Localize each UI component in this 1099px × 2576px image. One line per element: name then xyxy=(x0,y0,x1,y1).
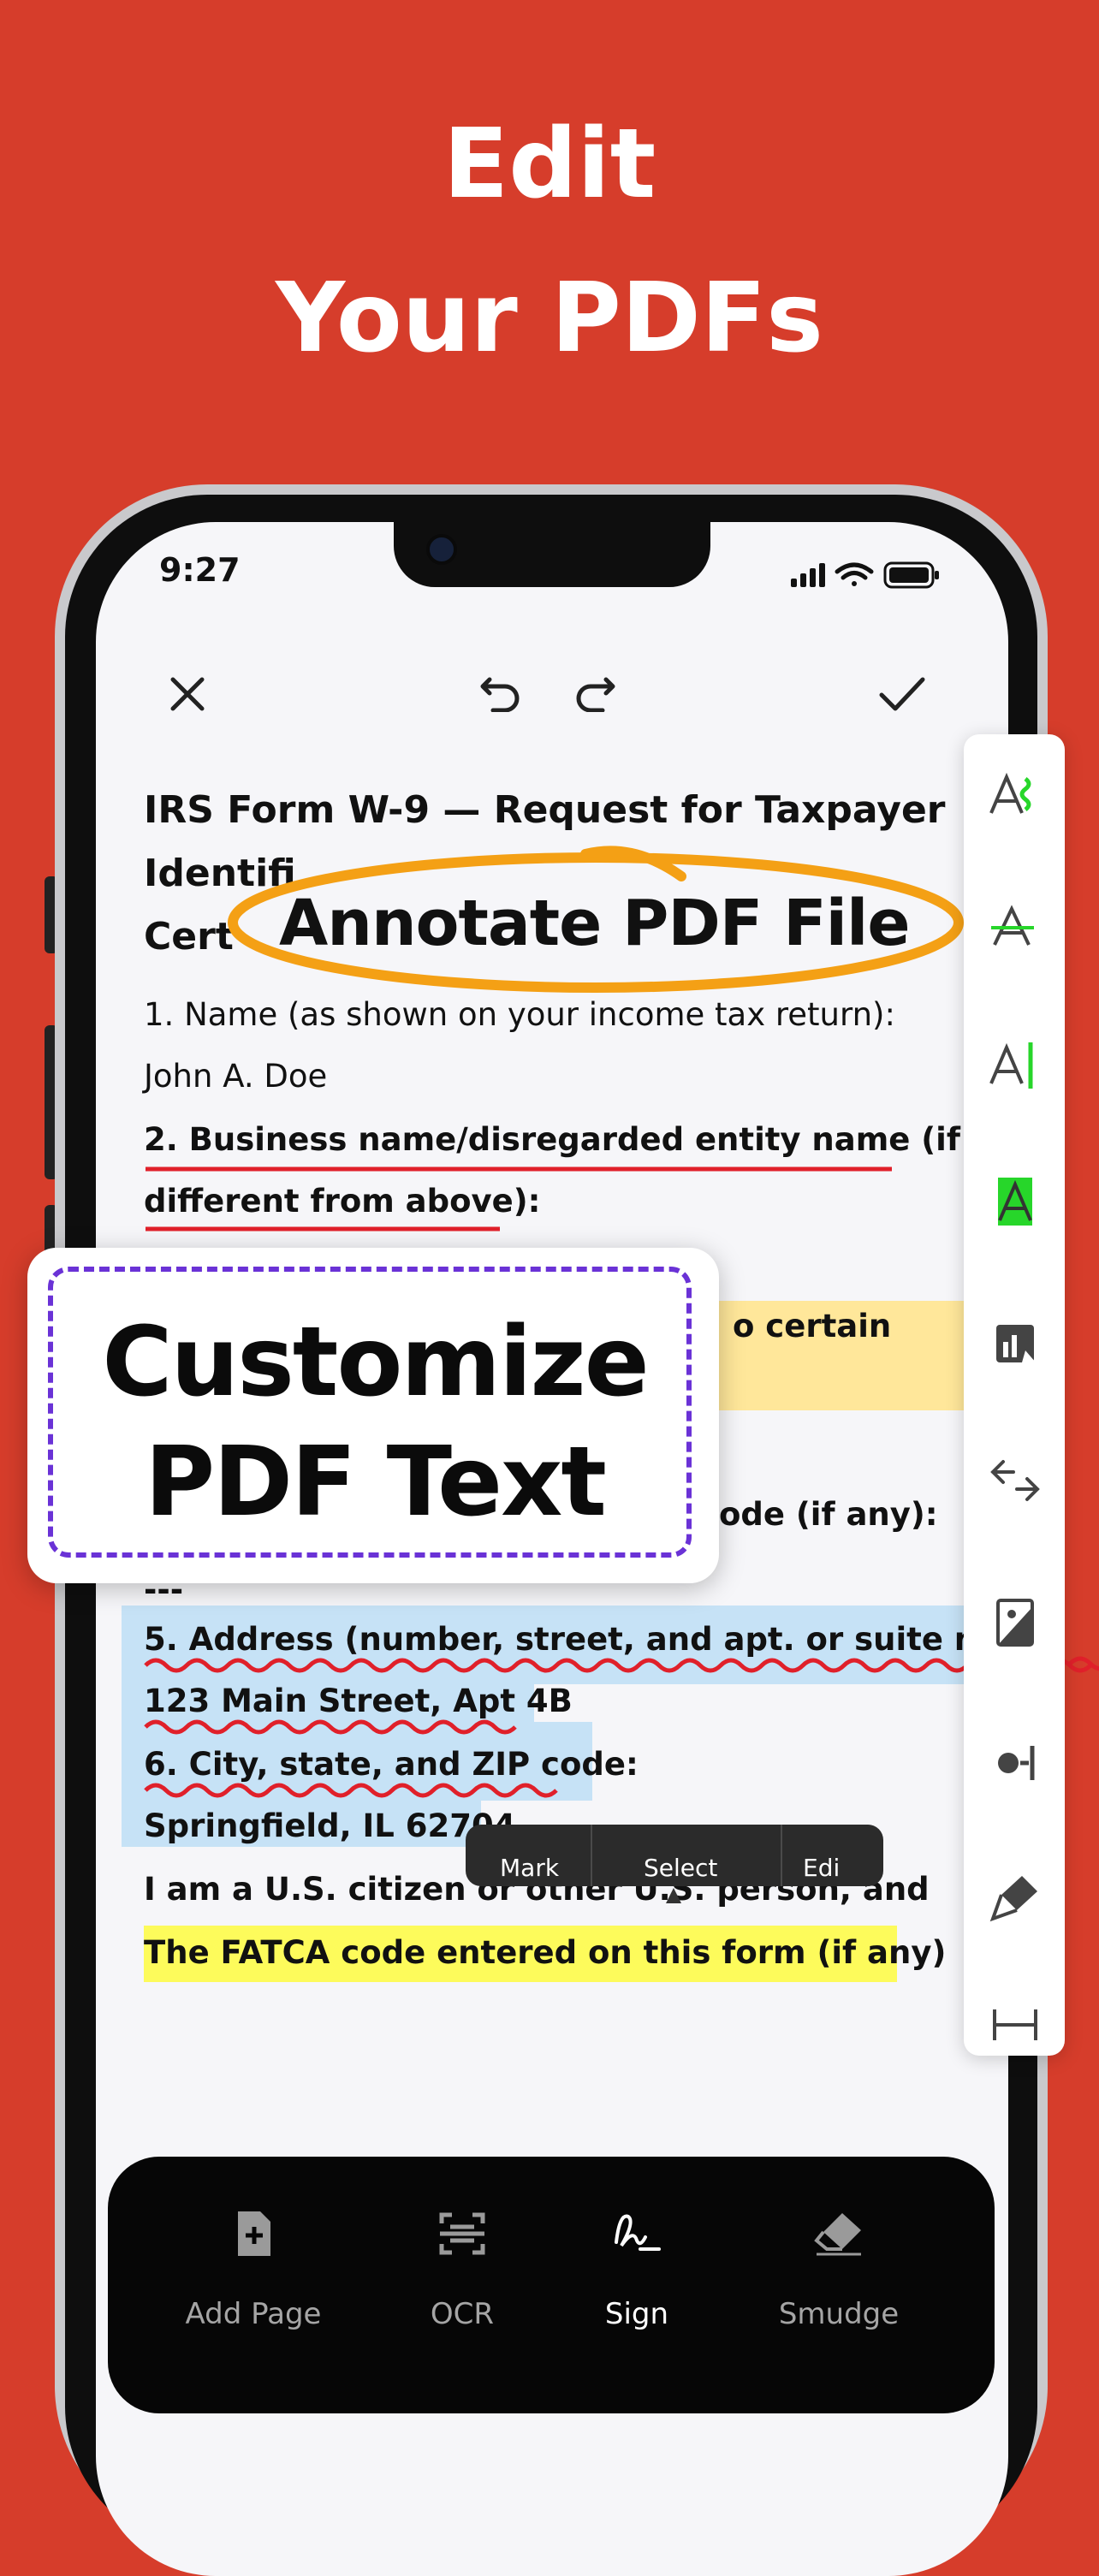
strikethrough-text-tool-icon[interactable] xyxy=(988,899,1043,953)
add-page-label: Add Page xyxy=(185,2297,322,2331)
customize-line-2: PDF Text xyxy=(145,1427,607,1538)
squiggly-text-tool-icon[interactable] xyxy=(988,767,1043,822)
sign-label: Sign xyxy=(604,2297,669,2331)
red-squiggle-city xyxy=(144,1783,558,1798)
pen-sign-tool-icon[interactable] xyxy=(988,1871,1043,1926)
eraser-icon xyxy=(814,2213,861,2256)
customize-line-1: Customize xyxy=(102,1307,649,1418)
signature-icon xyxy=(615,2214,661,2251)
ocr-scan-icon xyxy=(439,2212,485,2255)
markup-layer xyxy=(144,846,1099,1798)
context-menu-select[interactable]: Select xyxy=(644,1854,717,1882)
ocr-label: OCR xyxy=(430,2297,495,2331)
red-squiggle-address xyxy=(144,1658,1092,1673)
add-page-icon xyxy=(238,2211,270,2256)
chart-note-tool-icon[interactable] xyxy=(988,1316,1043,1371)
text-context-menu: Mark Select Edi xyxy=(466,1825,883,1886)
measure-tool-icon[interactable] xyxy=(988,1997,1043,2052)
ocr-button[interactable]: OCR xyxy=(368,2208,556,2331)
sign-button[interactable]: Sign xyxy=(543,2208,731,2331)
bottom-action-bar: Add Page OCR Sign Smudge xyxy=(108,2157,995,2413)
markup-toolbar xyxy=(964,734,1065,2056)
smudge-label: Smudge xyxy=(778,2297,900,2331)
image-insert-tool-icon[interactable] xyxy=(988,1595,1043,1650)
selection-caret-icon xyxy=(666,1888,681,1903)
red-squiggle-street xyxy=(144,1719,517,1735)
context-menu-separator xyxy=(781,1825,782,1886)
customize-card: Customize PDF Text xyxy=(27,1248,719,1583)
customize-dashed-frame: Customize PDF Text xyxy=(48,1267,692,1558)
pin-note-tool-icon[interactable] xyxy=(988,1734,1043,1789)
customize-text: Customize PDF Text xyxy=(53,1303,697,1542)
add-page-button[interactable]: Add Page xyxy=(159,2208,348,2331)
annotate-overlay-label: Annotate PDF File xyxy=(279,887,911,960)
underline-text-tool-icon[interactable] xyxy=(988,1037,1043,1092)
highlight-text-tool-icon[interactable] xyxy=(988,1174,1043,1229)
shape-transform-tool-icon[interactable] xyxy=(988,1453,1043,1508)
context-menu-edit[interactable]: Edi xyxy=(803,1854,840,1882)
context-menu-separator xyxy=(591,1825,592,1886)
context-menu-mark[interactable]: Mark xyxy=(500,1854,559,1882)
smudge-button[interactable]: Smudge xyxy=(745,2208,933,2331)
